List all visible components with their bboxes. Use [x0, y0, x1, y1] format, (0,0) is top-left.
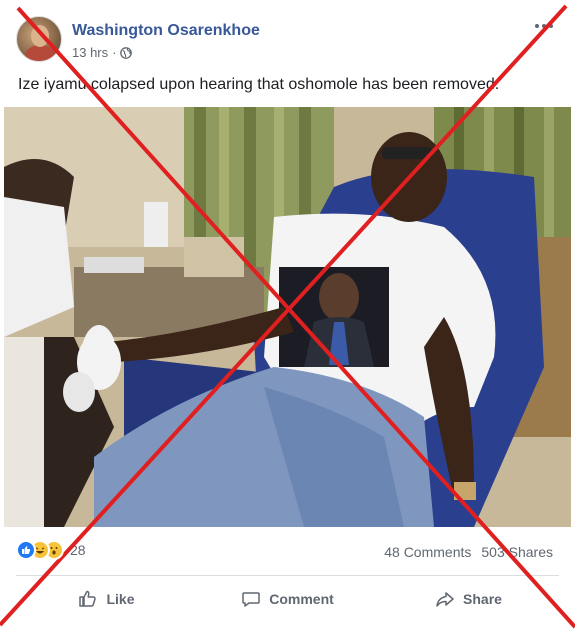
engagement-stats: 48 Comments 503 Shares [384, 544, 553, 560]
more-options-icon[interactable] [532, 18, 556, 34]
facebook-post: Washington Osarenkhoe 13 hrs · Ize iyamu… [0, 0, 575, 629]
comment-icon [242, 592, 260, 607]
photo-image [4, 107, 571, 527]
thumbs-up-icon [79, 590, 97, 607]
share-label: Share [463, 591, 502, 607]
share-icon [436, 592, 454, 607]
post-header: Washington Osarenkhoe 13 hrs · [16, 16, 556, 66]
comments-count[interactable]: 48 Comments [384, 544, 471, 560]
post-caption: Ize iyamu colapsed upon hearing that osh… [18, 76, 500, 93]
share-button[interactable]: Share [378, 582, 559, 616]
shares-count[interactable]: 503 Shares [481, 544, 553, 560]
avatar[interactable] [16, 16, 62, 62]
globe-icon[interactable] [120, 46, 133, 59]
comment-label: Comment [269, 591, 334, 607]
comment-button[interactable]: Comment [197, 582, 378, 616]
post-meta: 13 hrs · [72, 45, 133, 60]
like-label: Like [106, 591, 135, 607]
actions-divider [16, 575, 559, 576]
author-name[interactable]: Washington Osarenkhoe [72, 22, 260, 40]
like-button[interactable]: Like [16, 582, 197, 616]
meta-separator: · [112, 45, 117, 60]
post-photo[interactable] [4, 107, 571, 527]
post-actions: Like Comment Share [16, 582, 559, 616]
reaction-count: 28 [70, 542, 86, 558]
reactions-summary[interactable]: 28 [16, 538, 86, 562]
like-icon [16, 540, 36, 560]
timestamp[interactable]: 13 hrs [72, 45, 108, 60]
